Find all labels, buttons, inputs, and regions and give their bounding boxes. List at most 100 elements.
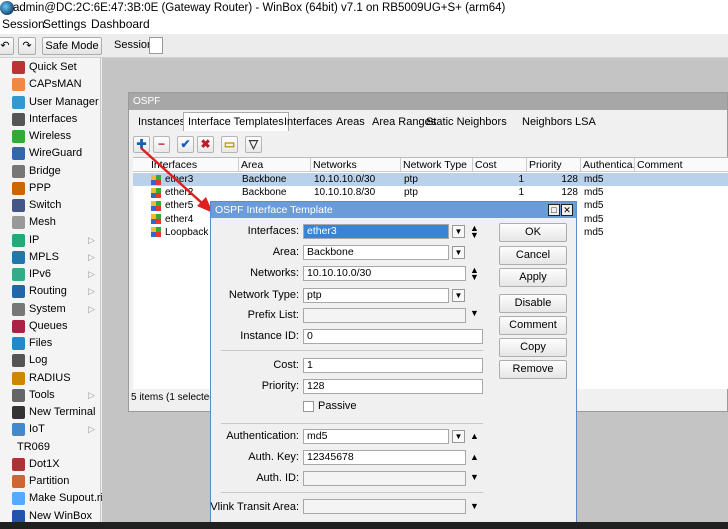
collapse-up-icon[interactable]: ▲ <box>470 431 479 441</box>
sidebar-item-bridge[interactable]: Bridge <box>0 163 101 180</box>
sidebar-item-label: Files <box>29 337 53 349</box>
radius-icon <box>12 371 25 385</box>
menu-session[interactable]: Session <box>2 17 45 31</box>
sidebar-item-radius[interactable]: RADIUS <box>0 370 101 387</box>
submenu-arrow-icon: ▷ <box>88 389 95 400</box>
sidebar-item-user-manager[interactable]: User Manager <box>0 94 101 111</box>
tab-instances[interactable]: Instances <box>133 112 190 131</box>
area-select[interactable]: Backbone <box>303 245 449 260</box>
sidebar-item-switch[interactable]: Switch <box>0 197 101 214</box>
wireguard-icon <box>12 147 25 161</box>
sidebar-item-mesh[interactable]: Mesh <box>0 214 101 231</box>
tab-neighbors[interactable]: Neighbors <box>517 112 577 131</box>
sidebar-item-make-supout-rif[interactable]: Make Supout.rif <box>0 490 106 507</box>
collapse-up-icon[interactable]: ▲ <box>470 452 479 462</box>
comment-button[interactable]: Comment <box>499 316 567 335</box>
vlink-transit-area-label: Vlink Transit Area: <box>210 501 299 513</box>
partition-icon <box>12 475 25 488</box>
authentication-select[interactable]: md5 <box>303 429 449 444</box>
submenu-arrow-icon: ▷ <box>88 251 95 262</box>
tab-interfaces[interactable]: Interfaces <box>279 112 337 131</box>
sidebar-item-mpls[interactable]: MPLS ▷ <box>0 249 101 266</box>
passive-checkbox[interactable] <box>303 401 314 412</box>
sidebar-item-ipv6[interactable]: IPv6 ▷ <box>0 266 101 283</box>
dropdown-arrow-icon[interactable]: ▼ <box>452 246 465 259</box>
dropdown-arrow-icon[interactable]: ▼ <box>452 430 465 443</box>
sidebar-item-label: WireGuard <box>29 147 83 160</box>
sidebar-item-capsman[interactable]: CAPsMAN <box>0 76 101 93</box>
dropdown-arrow-icon[interactable]: ▼ <box>470 308 479 318</box>
column-header[interactable]: Authentica... <box>581 158 635 172</box>
prefix-list-input[interactable] <box>303 308 466 323</box>
cancel-button[interactable]: Cancel <box>499 246 567 265</box>
ok-button[interactable]: OK <box>499 223 567 242</box>
sidebar-item-tools[interactable]: Tools ▷ <box>0 387 101 404</box>
dropdown-arrow-icon[interactable]: ▼ <box>452 225 465 238</box>
sidebar-item-ppp[interactable]: PPP <box>0 180 101 197</box>
column-header[interactable]: Networks <box>311 158 401 172</box>
sidebar-item-label: IPv6 <box>29 268 52 280</box>
sidebar-item-routing[interactable]: Routing ▷ <box>0 283 101 300</box>
session-input[interactable] <box>149 37 163 54</box>
menu-dashboard[interactable]: Dashboard <box>91 17 150 31</box>
dropdown-arrow-icon[interactable]: ▼ <box>452 289 465 302</box>
column-header[interactable]: Cost <box>473 158 527 172</box>
sidebar-item-interfaces[interactable]: Interfaces <box>0 111 101 128</box>
separator <box>221 492 483 493</box>
dropdown-arrow-icon[interactable]: ▼ <box>470 501 479 511</box>
tab-static-neighbors[interactable]: Static Neighbors <box>421 112 512 131</box>
vlink-transit-area-input[interactable] <box>303 499 466 514</box>
files-icon <box>12 337 25 350</box>
filter-icon[interactable]: ▽ <box>245 136 262 153</box>
safe-mode-button[interactable]: Safe Mode <box>42 37 102 55</box>
tab-interface-templates[interactable]: Interface Templates <box>183 112 289 131</box>
dropdown-arrow-icon[interactable]: ▼ <box>470 472 479 482</box>
sidebar-item-log[interactable]: Log <box>0 352 101 369</box>
cell-cost: 1 <box>518 174 524 185</box>
priority-label: Priority: <box>261 380 299 392</box>
ip-icon <box>12 233 25 247</box>
priority-input[interactable]: 128 <box>303 379 483 394</box>
auth-key-input[interactable]: 12345678 <box>303 450 466 465</box>
network-type-select[interactable]: ptp <box>303 288 449 303</box>
apply-button[interactable]: Apply <box>499 268 567 287</box>
sidebar-item-dot1x[interactable]: Dot1X <box>0 456 101 473</box>
window-title: admin@DC:2C:6E:47:3B:0E (Gateway Router)… <box>13 2 506 14</box>
instance-id-input[interactable]: 0 <box>303 329 483 344</box>
remove-button[interactable]: Remove <box>499 360 567 379</box>
tab-areas[interactable]: Areas <box>331 112 370 131</box>
copy-button[interactable]: Copy <box>499 338 567 357</box>
column-header[interactable]: Network Type <box>401 158 473 172</box>
column-header[interactable]: Priority <box>527 158 581 172</box>
undo-button[interactable]: ↶ <box>0 37 14 55</box>
column-header[interactable]: Area <box>239 158 311 172</box>
system-icon <box>12 302 25 316</box>
up-down-icon[interactable]: ▲ ▼ <box>470 266 479 282</box>
ospf-window-title: OSPF <box>129 93 727 110</box>
winbox-icon <box>12 509 25 523</box>
sidebar-item-files[interactable]: Files <box>0 335 101 352</box>
interfaces-select[interactable]: ether3 <box>303 224 449 239</box>
sidebar-item-iot[interactable]: IoT ▷ <box>0 421 101 438</box>
cost-input[interactable]: 1 <box>303 358 483 373</box>
up-down-icon[interactable]: ▲ ▼ <box>470 224 479 240</box>
sidebar-item-ip[interactable]: IP ▷ <box>0 232 101 249</box>
sidebar-item-new-terminal[interactable]: New Terminal <box>0 404 101 421</box>
sidebar-item-queues[interactable]: Queues <box>0 318 101 335</box>
separator <box>221 350 483 351</box>
sidebar-item-wireless[interactable]: Wireless <box>0 128 101 145</box>
sidebar-item-quick-set[interactable]: Quick Set <box>0 59 101 76</box>
auth-id-input[interactable] <box>303 471 466 486</box>
maximize-icon[interactable]: □ <box>548 204 560 216</box>
menu-settings[interactable]: Settings <box>43 17 86 31</box>
sidebar-item-partition[interactable]: Partition <box>0 473 101 490</box>
column-header[interactable]: Comment <box>635 158 728 172</box>
sidebar-item-tr069[interactable]: TR069 <box>0 439 101 456</box>
sidebar-item-wireguard[interactable]: WireGuard <box>0 145 101 162</box>
close-icon[interactable]: ✕ <box>561 204 573 216</box>
disable-button[interactable]: Disable <box>499 294 567 313</box>
networks-input[interactable]: 10.10.10.0/30 <box>303 266 466 281</box>
sidebar-item-system[interactable]: System ▷ <box>0 301 101 318</box>
tab-lsa[interactable]: LSA <box>570 112 601 131</box>
redo-button[interactable]: ↷ <box>18 37 36 55</box>
